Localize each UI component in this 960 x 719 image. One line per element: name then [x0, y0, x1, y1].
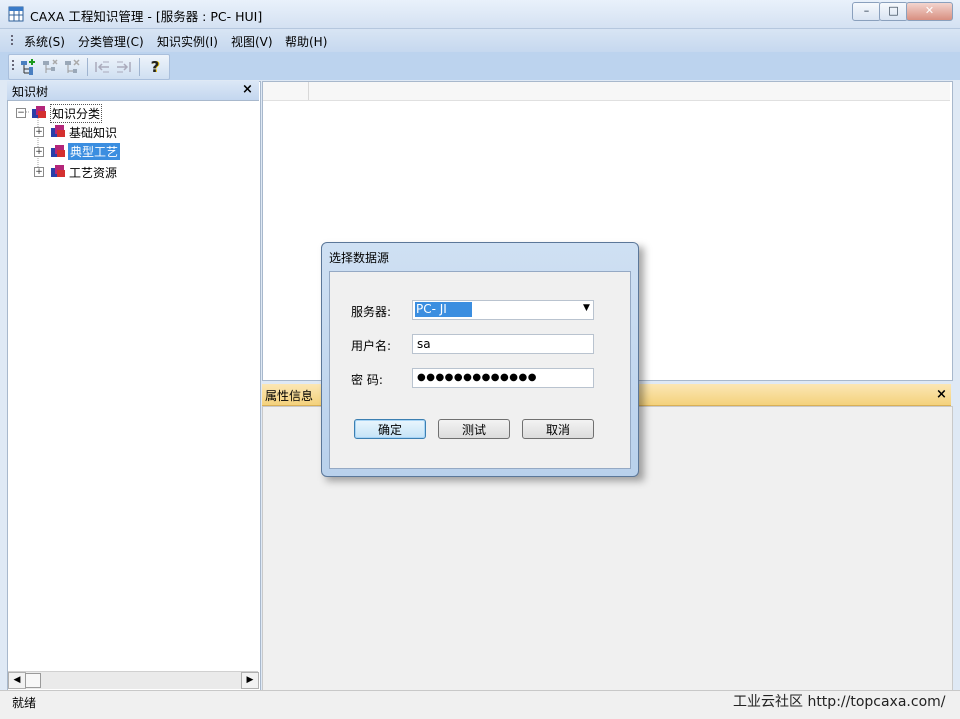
column-divider[interactable]: [308, 82, 309, 100]
tree-expand-toggle[interactable]: +: [34, 147, 44, 157]
book-stack-icon: [51, 165, 65, 177]
property-panel-title: 属性信息: [265, 389, 314, 403]
delete-node-icon[interactable]: [63, 58, 81, 76]
maximize-button[interactable]: □: [879, 2, 908, 21]
book-stack-icon: [32, 106, 46, 118]
property-panel-close-button[interactable]: ×: [936, 387, 947, 402]
ok-button[interactable]: 确定: [354, 419, 426, 439]
move-left-icon[interactable]: [93, 58, 111, 76]
add-node-icon[interactable]: [19, 58, 37, 76]
tree-expand-toggle[interactable]: +: [34, 127, 44, 137]
password-label: 密 码:: [351, 373, 383, 387]
server-select-value: PC- JI: [415, 302, 472, 317]
tree-node-typical-process[interactable]: 典型工艺: [68, 143, 121, 160]
dialog-title: 选择数据源: [329, 251, 390, 265]
username-label: 用户名:: [351, 339, 392, 353]
test-button[interactable]: 测试: [438, 419, 510, 439]
scrollbar-thumb[interactable]: [25, 673, 41, 688]
menu-grip[interactable]: [11, 35, 13, 47]
book-stack-icon: [51, 145, 65, 157]
tree-horizontal-scrollbar[interactable]: [8, 671, 258, 689]
menu-view[interactable]: 视图(V): [231, 33, 273, 50]
close-window-button[interactable]: ✕: [906, 2, 953, 21]
dropdown-arrow-icon[interactable]: ▼: [583, 303, 590, 313]
menu-knowledge-instance[interactable]: 知识实例(I): [157, 33, 218, 50]
knowledge-tree-title: 知识树: [12, 85, 49, 99]
move-right-icon[interactable]: [115, 58, 133, 76]
toolbar-separator: [139, 58, 140, 76]
tree-expand-toggle[interactable]: +: [34, 167, 44, 177]
menu-help[interactable]: 帮助(H): [285, 33, 327, 50]
help-icon[interactable]: ?: [146, 58, 164, 76]
add-child-icon[interactable]: [41, 58, 59, 76]
tree-node-basic-knowledge[interactable]: 基础知识: [69, 124, 117, 141]
menu-system[interactable]: 系统(S): [24, 33, 65, 50]
scroll-left-arrow-icon[interactable]: ◀: [8, 672, 26, 689]
cancel-button[interactable]: 取消: [522, 419, 594, 439]
app-icon: [8, 6, 24, 22]
menu-category-manage[interactable]: 分类管理(C): [78, 33, 144, 50]
menu-bar: [0, 29, 960, 52]
username-input[interactable]: sa: [412, 334, 594, 354]
window-title: CAXA 工程知识管理 - [服务器 : PC- HUI]: [30, 9, 263, 24]
toolbar-separator: [87, 58, 88, 76]
list-column-header: [263, 82, 950, 101]
password-input[interactable]: ●●●●●●●●●●●●●: [412, 368, 594, 388]
server-label: 服务器:: [351, 305, 392, 319]
status-text: 就绪: [12, 696, 37, 710]
scroll-right-arrow-icon[interactable]: ▶: [241, 672, 259, 689]
minimize-button[interactable]: –: [852, 2, 881, 21]
tree-node-process-resources[interactable]: 工艺资源: [69, 164, 117, 181]
book-stack-icon: [51, 125, 65, 137]
tree-collapse-toggle[interactable]: −: [16, 108, 26, 118]
tree-panel-close-button[interactable]: ×: [242, 82, 253, 97]
tree-node-root[interactable]: 知识分类: [50, 104, 103, 123]
watermark-text: 工业云社区 http://topcaxa.com/: [733, 694, 946, 710]
toolbar-grip[interactable]: [12, 60, 14, 72]
